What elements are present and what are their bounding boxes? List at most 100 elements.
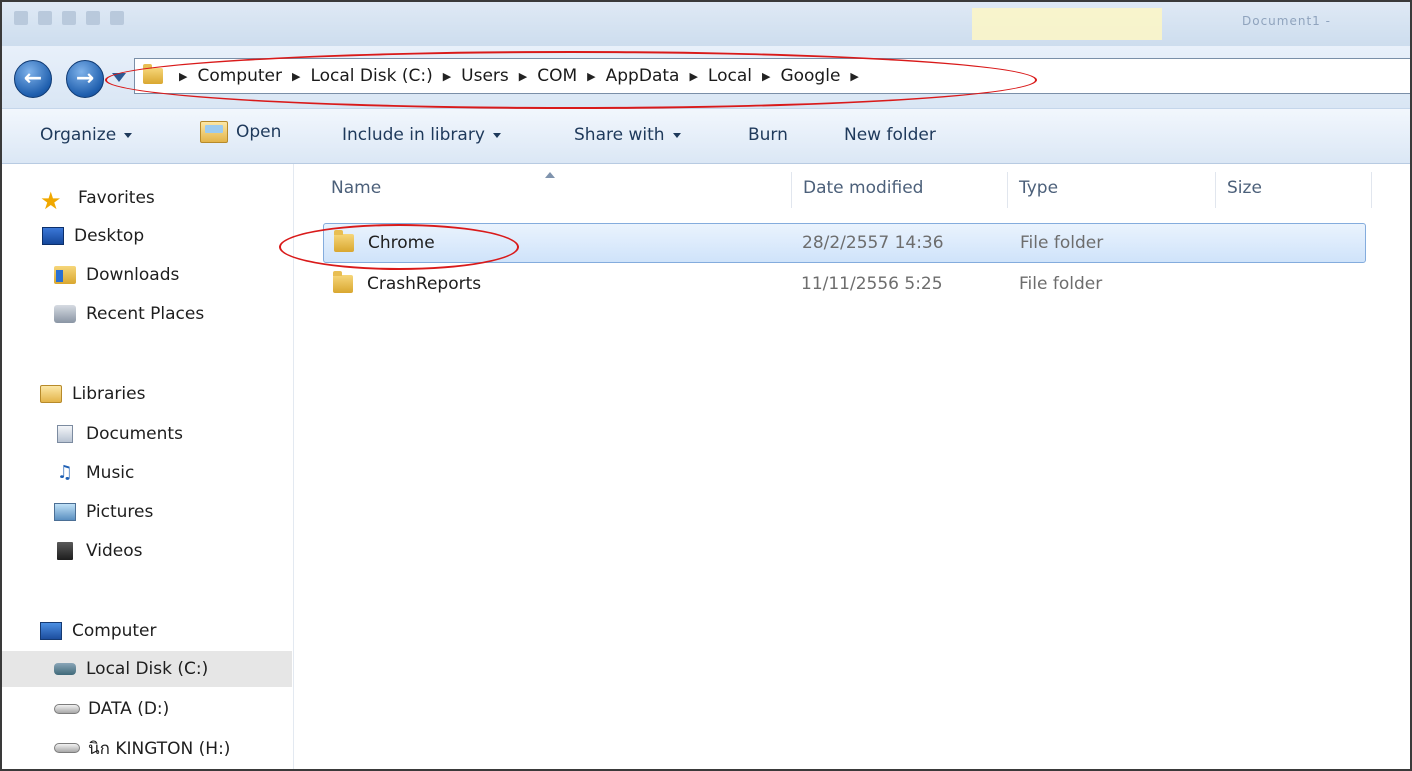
save-icon[interactable] — [14, 11, 28, 25]
nav-favorites-label: Favorites — [78, 188, 155, 208]
back-button[interactable]: ← — [14, 60, 52, 98]
nav-local-disk-c-label: Local Disk (C:) — [86, 659, 209, 679]
file-date-modified: 11/11/2556 5:25 — [801, 274, 943, 294]
desktop-icon — [42, 227, 64, 245]
videos-icon — [57, 542, 73, 560]
nav-music[interactable]: ♫ Music — [2, 455, 292, 491]
nav-videos[interactable]: Videos — [2, 533, 292, 569]
folder-icon — [334, 230, 354, 252]
arrow-right-icon: → — [75, 66, 95, 91]
breadcrumb-arrow-icon[interactable]: ▶ — [519, 70, 527, 83]
breadcrumb-appdata[interactable]: AppData — [606, 66, 680, 86]
folder-icon — [333, 271, 353, 293]
column-divider[interactable] — [1215, 172, 1216, 208]
column-header-type[interactable]: Type — [1019, 178, 1058, 198]
nav-favorites[interactable]: ★ Favorites — [2, 180, 292, 216]
table-row[interactable]: Chrome 28/2/2557 14:36 File folder — [323, 223, 1366, 263]
title-highlight — [972, 8, 1162, 40]
nav-videos-label: Videos — [86, 541, 143, 561]
table-row[interactable]: CrashReports 11/11/2556 5:25 File folder — [323, 264, 1366, 304]
burn-button[interactable]: Burn — [748, 125, 788, 145]
nav-music-label: Music — [86, 463, 135, 483]
print-icon[interactable] — [86, 11, 100, 25]
explorer-window: Document1 - ← → ▶ Computer ▶ Local Disk … — [0, 0, 1412, 771]
window-title: Document1 - — [1242, 14, 1331, 28]
drive-icon — [54, 704, 80, 714]
redo-icon[interactable] — [62, 11, 76, 25]
breadcrumb-arrow-icon[interactable]: ▶ — [179, 70, 187, 83]
share-with-button[interactable]: Share with — [574, 125, 681, 145]
open-icon — [200, 121, 228, 143]
nav-data-d-label: DATA (D:) — [88, 699, 170, 719]
column-divider[interactable] — [1371, 172, 1372, 208]
forward-button[interactable]: → — [66, 60, 104, 98]
breadcrumb: ▶ Computer ▶ Local Disk (C:) ▶ Users ▶ C… — [175, 66, 869, 86]
column-header-size[interactable]: Size — [1227, 178, 1262, 198]
breadcrumb-arrow-icon[interactable]: ▶ — [443, 70, 451, 83]
nav-desktop-label: Desktop — [74, 226, 145, 246]
file-date-modified: 28/2/2557 14:36 — [802, 233, 944, 253]
breadcrumb-google[interactable]: Google — [780, 66, 840, 86]
nav-computer-label: Computer — [72, 621, 157, 641]
nav-recent-places-label: Recent Places — [86, 304, 205, 324]
local-disk-icon — [54, 663, 76, 675]
nav-documents[interactable]: Documents — [2, 416, 292, 452]
file-type: File folder — [1020, 233, 1104, 253]
sort-ascending-icon — [545, 172, 555, 178]
nav-computer[interactable]: Computer — [2, 613, 292, 649]
chevron-down-icon — [124, 132, 133, 138]
address-row: ← → ▶ Computer ▶ Local Disk (C:) ▶ Users… — [2, 46, 1410, 108]
nav-libraries-label: Libraries — [72, 384, 146, 404]
recent-locations-dropdown[interactable] — [112, 73, 126, 82]
libraries-icon — [40, 385, 62, 403]
nav-desktop[interactable]: Desktop — [2, 218, 292, 254]
column-divider[interactable] — [1007, 172, 1008, 208]
breadcrumb-computer[interactable]: Computer — [197, 66, 282, 86]
file-name: CrashReports — [367, 274, 482, 294]
file-type: File folder — [1019, 274, 1103, 294]
organize-button[interactable]: Organize — [40, 125, 133, 145]
include-in-library-label: Include in library — [342, 125, 485, 145]
open-button[interactable]: Open — [200, 121, 281, 143]
column-header-name[interactable]: Name — [331, 178, 381, 198]
organize-label: Organize — [40, 125, 117, 145]
folder-icon — [143, 64, 163, 84]
new-folder-button[interactable]: New folder — [844, 125, 936, 145]
breadcrumb-arrow-icon[interactable]: ▶ — [762, 70, 770, 83]
nav-kington-h-label: นิก KINGTON (H:) — [88, 738, 231, 759]
new-folder-label: New folder — [844, 125, 936, 145]
breadcrumb-arrow-icon[interactable]: ▶ — [689, 70, 697, 83]
customize-icon[interactable] — [110, 11, 124, 25]
music-icon: ♫ — [56, 462, 74, 483]
nav-libraries[interactable]: Libraries — [2, 376, 292, 412]
star-icon: ★ — [40, 187, 62, 215]
downloads-icon — [54, 266, 76, 284]
nav-data-d[interactable]: DATA (D:) — [2, 691, 292, 727]
column-header-date-modified[interactable]: Date modified — [803, 178, 923, 198]
file-name: Chrome — [368, 233, 435, 253]
title-bar: Document1 - — [2, 2, 1410, 46]
nav-local-disk-c[interactable]: Local Disk (C:) — [2, 651, 292, 687]
breadcrumb-arrow-icon[interactable]: ▶ — [292, 70, 300, 83]
nav-kington-h[interactable]: นิก KINGTON (H:) — [2, 730, 292, 766]
arrow-left-icon: ← — [23, 66, 43, 91]
breadcrumb-local[interactable]: Local — [708, 66, 752, 86]
nav-pictures-label: Pictures — [86, 502, 154, 522]
include-in-library-button[interactable]: Include in library — [342, 125, 501, 145]
address-bar[interactable]: ▶ Computer ▶ Local Disk (C:) ▶ Users ▶ C… — [134, 58, 1410, 94]
column-divider[interactable] — [791, 172, 792, 208]
navigation-pane: ★ Favorites Desktop Downloads Recent Pla… — [2, 164, 294, 769]
breadcrumb-arrow-icon[interactable]: ▶ — [850, 70, 858, 83]
nav-downloads-label: Downloads — [86, 265, 180, 285]
nav-downloads[interactable]: Downloads — [2, 257, 292, 293]
undo-icon[interactable] — [38, 11, 52, 25]
documents-icon — [57, 425, 73, 443]
chevron-down-icon — [672, 132, 681, 138]
recent-places-icon — [54, 305, 76, 323]
breadcrumb-com[interactable]: COM — [537, 66, 577, 86]
breadcrumb-local-disk[interactable]: Local Disk (C:) — [310, 66, 432, 86]
nav-pictures[interactable]: Pictures — [2, 494, 292, 530]
breadcrumb-arrow-icon[interactable]: ▶ — [587, 70, 595, 83]
breadcrumb-users[interactable]: Users — [461, 66, 509, 86]
nav-recent-places[interactable]: Recent Places — [2, 296, 292, 332]
